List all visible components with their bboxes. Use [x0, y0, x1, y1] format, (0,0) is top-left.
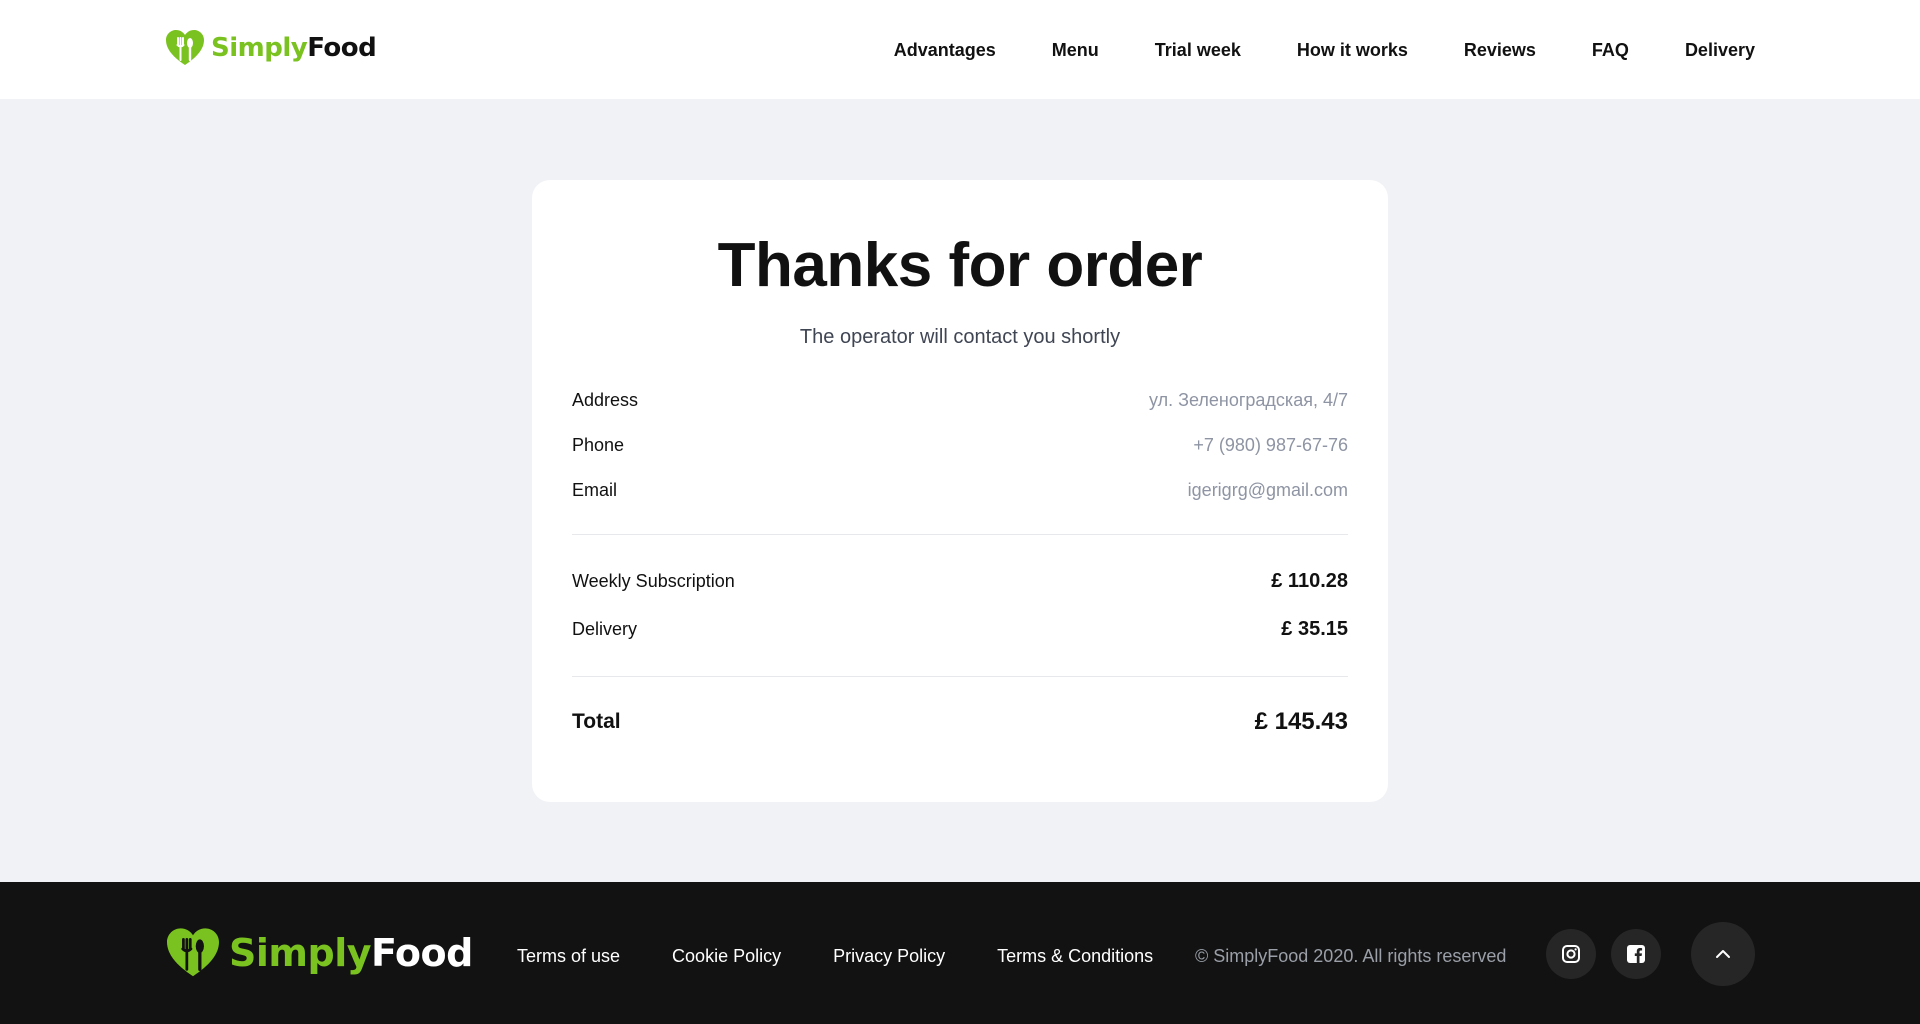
main-nav: Advantages Menu Trial week How it works …: [894, 38, 1755, 62]
nav-how-it-works[interactable]: How it works: [1297, 38, 1408, 62]
page-subtitle: The operator will contact you shortly: [799, 326, 1121, 348]
nav-trial-week[interactable]: Trial week: [1155, 38, 1241, 62]
email-label: Email: [572, 479, 618, 500]
page-title: Thanks for order: [717, 231, 1203, 300]
footer-nav: Terms of use Cookie Policy Privacy Polic…: [517, 944, 1153, 968]
footer-logo-text-food: Food: [371, 931, 473, 975]
phone-row: Phone +7 (980) 987-67-76: [572, 433, 1348, 457]
nav-delivery[interactable]: Delivery: [1685, 38, 1755, 62]
address-label: Address: [572, 389, 639, 410]
address-row: Address ул. Зеленоградская, 4/7: [572, 388, 1348, 412]
line-item-row: Delivery £ 35.15: [572, 617, 1348, 641]
phone-value: +7 (980) 987-67-76: [1193, 434, 1348, 455]
nav-menu[interactable]: Menu: [1052, 38, 1099, 62]
line-item-label: Delivery: [572, 618, 638, 639]
total-row: Total £ 145.43: [572, 708, 1348, 735]
nav-advantages[interactable]: Advantages: [894, 38, 996, 62]
logo-text: SimplyFood: [211, 33, 377, 63]
divider: [572, 534, 1348, 535]
copyright-text: © SimplyFood 2020. All rights reserved: [1195, 946, 1507, 966]
site-header: SimplyFood Advantages Menu Trial week Ho…: [0, 0, 1920, 99]
nav-faq[interactable]: FAQ: [1592, 38, 1629, 62]
site-footer: SimplyFood Terms of use Cookie Policy Pr…: [0, 882, 1920, 1024]
total-label: Total: [572, 710, 621, 733]
address-value: ул. Зеленоградская, 4/7: [1148, 389, 1348, 410]
line-item-row: Weekly Subscription £ 110.28: [572, 569, 1348, 593]
phone-label: Phone: [572, 434, 625, 455]
total-price: £ 145.43: [1254, 708, 1348, 735]
facebook-icon: [1627, 945, 1645, 963]
footer-logo-link[interactable]: SimplyFood: [165, 927, 473, 979]
instagram-icon: [1562, 945, 1580, 963]
chevron-up-icon: [1716, 950, 1730, 958]
footer-link-terms-of-use[interactable]: Terms of use: [517, 944, 620, 968]
heart-cutlery-logo-icon: [166, 30, 204, 65]
line-item-price: £ 35.15: [1281, 617, 1348, 640]
logo-text-food: Food: [307, 33, 377, 63]
line-item-label: Weekly Subscription: [572, 570, 735, 591]
scroll-to-top-button[interactable]: [1691, 922, 1755, 986]
heart-cutlery-logo-icon: [167, 928, 219, 977]
email-row: Email igerigrg@gmail.com: [572, 478, 1348, 502]
instagram-button[interactable]: [1546, 929, 1596, 979]
logo-link[interactable]: SimplyFood: [165, 29, 377, 67]
footer-link-terms-conditions[interactable]: Terms & Conditions: [997, 944, 1153, 968]
footer-link-cookie-policy[interactable]: Cookie Policy: [672, 944, 781, 968]
logo-text-simply: Simply: [211, 33, 308, 63]
divider: [572, 676, 1348, 677]
footer-logo-text-simply: Simply: [229, 931, 372, 975]
order-confirmation-card: Thanks for order The operator will conta…: [532, 180, 1388, 802]
footer-link-privacy-policy[interactable]: Privacy Policy: [833, 944, 945, 968]
line-item-price: £ 110.28: [1271, 569, 1348, 592]
facebook-button[interactable]: [1611, 929, 1661, 979]
footer-logo-text: SimplyFood: [229, 931, 473, 975]
nav-reviews[interactable]: Reviews: [1464, 38, 1536, 62]
email-value: igerigrg@gmail.com: [1187, 479, 1348, 500]
